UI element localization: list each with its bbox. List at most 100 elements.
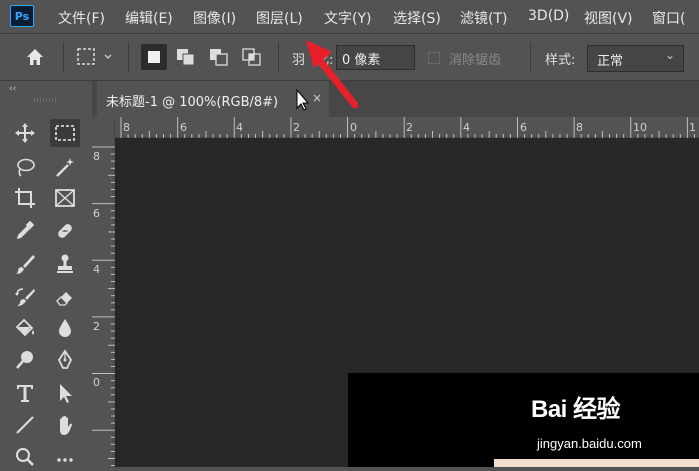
rectangular-marquee-icon: [77, 48, 112, 65]
crop-icon: [15, 188, 35, 208]
ruler-label: 6: [180, 121, 187, 134]
ruler-label: 0: [93, 376, 100, 389]
eraser-tool[interactable]: [50, 283, 80, 311]
lasso-tool[interactable]: [10, 153, 40, 181]
panel-grip[interactable]: [34, 98, 56, 102]
ruler-label: 0: [350, 121, 357, 134]
arrow-pointer-icon: [60, 384, 72, 403]
type-tool[interactable]: [10, 379, 40, 407]
menu-bar: Ps 文件(F) 编辑(E) 图像(I) 图层(L) 文字(Y) 选择(S) 滤…: [0, 0, 699, 33]
history-brush-tool[interactable]: [10, 283, 40, 311]
ruler-label: 1: [689, 121, 696, 134]
ruler-label: 4: [236, 121, 243, 134]
rectangular-marquee-tool[interactable]: [50, 119, 80, 147]
dodge-icon: [16, 351, 33, 369]
close-icon[interactable]: ×: [312, 91, 322, 105]
spot-healing-tool[interactable]: [50, 217, 80, 245]
canvas-content: [494, 459, 699, 467]
feather-input[interactable]: 0 像素: [336, 45, 415, 70]
document-canvas[interactable]: [348, 373, 699, 467]
menu-file[interactable]: 文件(F): [58, 8, 105, 28]
antialias-label: 消除锯齿: [449, 53, 502, 68]
magic-wand-tool[interactable]: [50, 153, 80, 181]
dodge-tool[interactable]: [10, 346, 40, 374]
ruler-label: 4: [463, 121, 470, 134]
move-icon: [15, 123, 35, 143]
move-tool[interactable]: [10, 119, 40, 147]
menu-filter[interactable]: 滤镜(T): [460, 8, 507, 28]
line-icon: [16, 416, 34, 434]
clone-stamp-tool[interactable]: [50, 250, 80, 278]
ruler-label: 8: [576, 121, 583, 134]
intersect-selection-button[interactable]: [239, 44, 265, 70]
path-selection-tool[interactable]: [50, 379, 80, 407]
new-selection-button[interactable]: [141, 44, 167, 70]
stamp-icon: [57, 254, 73, 273]
ruler-label: 2: [93, 320, 100, 333]
frame-icon: [55, 189, 75, 207]
eyedropper-icon: [17, 220, 35, 239]
watermark-url: jingyan.baidu.com: [537, 436, 642, 451]
brush-tool[interactable]: [10, 250, 40, 278]
more-icon: [57, 458, 73, 462]
lasso-icon: [17, 158, 35, 177]
menu-edit[interactable]: 编辑(E): [125, 8, 173, 28]
blur-tool[interactable]: [50, 314, 80, 342]
ruler-label: 2: [406, 121, 413, 134]
watermark: Bai 经验: [531, 389, 621, 424]
style-select[interactable]: 正常 ⌄: [587, 45, 684, 72]
ruler-label: 6: [520, 121, 527, 134]
menu-view[interactable]: 视图(V): [584, 8, 633, 28]
eyedropper-tool[interactable]: [10, 217, 40, 245]
add-selection-icon: [177, 49, 195, 66]
ruler-label: 8: [93, 150, 100, 163]
photoshop-logo[interactable]: Ps: [10, 5, 34, 27]
antialias-checkbox[interactable]: [428, 52, 440, 64]
intersect-selection-icon: [242, 48, 261, 66]
menu-image[interactable]: 图像(I): [193, 8, 236, 28]
line-tool[interactable]: [10, 411, 40, 439]
subtract-selection-icon: [210, 49, 228, 66]
bandage-icon: [58, 224, 72, 238]
menu-layer[interactable]: 图层(L): [256, 8, 303, 28]
add-to-selection-button[interactable]: [173, 44, 199, 70]
history-brush-icon: [15, 288, 35, 306]
brush-icon: [16, 255, 35, 274]
pen-icon: [57, 349, 73, 369]
document-tab-title: 未标题-1 @ 100%(RGB/8#): [106, 95, 279, 110]
collapse-panel-icon[interactable]: ‹‹: [9, 84, 16, 94]
paint-bucket-tool[interactable]: [10, 314, 40, 342]
eraser-icon: [56, 292, 72, 306]
style-select-value: 正常: [597, 54, 624, 69]
new-selection-icon: [148, 51, 160, 63]
style-label: 样式:: [545, 53, 576, 68]
crop-tool[interactable]: [10, 184, 40, 212]
feather-label: 羽: [292, 53, 306, 68]
ruler-label: 6: [93, 207, 100, 220]
pen-tool[interactable]: [50, 346, 80, 374]
paint-bucket-icon: [15, 318, 34, 337]
home-button[interactable]: [22, 44, 48, 70]
type-icon: [17, 385, 33, 402]
rectangular-marquee-icon: [55, 125, 75, 141]
frame-tool[interactable]: [50, 184, 80, 212]
hand-tool[interactable]: [50, 411, 80, 439]
magic-wand-icon: [56, 158, 74, 177]
ruler-label: 8: [123, 121, 130, 134]
menu-window[interactable]: 窗口(: [652, 8, 685, 28]
subtract-selection-button[interactable]: [206, 44, 232, 70]
menu-type[interactable]: 文字(Y): [324, 8, 371, 28]
home-icon: [27, 49, 43, 65]
ruler-label: 2: [293, 121, 300, 134]
hand-icon: [60, 415, 72, 435]
marquee-preset-button[interactable]: [75, 44, 112, 70]
water-drop-icon: [59, 319, 71, 337]
ruler-label: 10: [633, 121, 647, 134]
ruler-label: 4: [93, 263, 100, 276]
menu-select[interactable]: 选择(S): [393, 8, 441, 28]
zoom-icon: [16, 448, 34, 466]
chevron-down-icon: ⌄: [664, 48, 675, 62]
feather-label-colon: 化:: [316, 53, 334, 68]
menu-3d[interactable]: 3D(D): [528, 8, 569, 24]
baidu-jingyan-logo: Bai 经验: [531, 396, 621, 423]
